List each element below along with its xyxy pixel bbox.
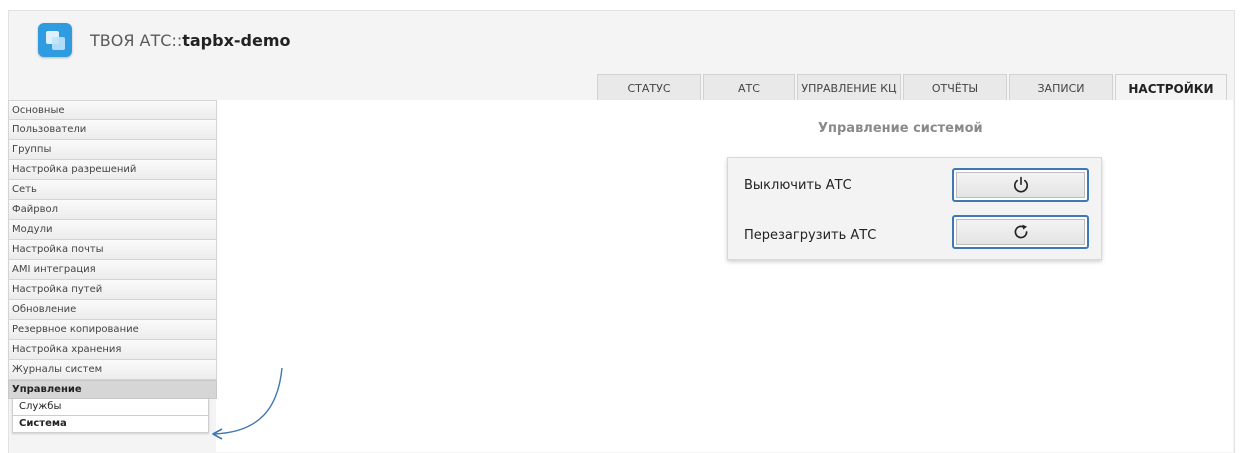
app-title: ТВОЯ АТС::tapbx-demo [90, 30, 291, 50]
sidebar-item-logs[interactable]: Журналы систем [8, 360, 217, 380]
sidebar-item-users[interactable]: Пользователи [8, 120, 217, 140]
sidebar-item-groups[interactable]: Группы [8, 140, 217, 160]
system-control-panel: Выключить АТС Перезагрузить АТС [727, 157, 1102, 260]
reboot-label: Перезагрузить АТС [744, 228, 877, 243]
main-tabs: СТАТУС АТС УПРАВЛЕНИЕ КЦ ОТЧЁТЫ ЗАПИСИ Н… [597, 74, 1229, 102]
tab-status[interactable]: СТАТУС [597, 74, 701, 101]
sidebar-item-general[interactable]: Основные [8, 100, 217, 120]
sidebar-item-update[interactable]: Обновление [8, 300, 217, 320]
sidebar-item-firewall[interactable]: Файрвол [8, 200, 217, 220]
reboot-button[interactable] [952, 215, 1089, 249]
sidebar-item-mail[interactable]: Настройка почты [8, 240, 217, 260]
sidebar-item-backup[interactable]: Резервное копирование [8, 320, 217, 340]
tab-pbx[interactable]: АТС [703, 74, 795, 101]
sidebar-subitem-system[interactable]: Система [12, 416, 209, 433]
page-title: Управление системой [818, 121, 983, 136]
app-header: ТВОЯ АТС::tapbx-demo [38, 22, 291, 58]
logo [38, 23, 72, 57]
reload-icon [1014, 224, 1027, 239]
tab-settings[interactable]: НАСТРОЙКИ [1115, 74, 1227, 102]
annotation-arrow-icon [212, 367, 283, 440]
sidebar-item-modules[interactable]: Модули [8, 220, 217, 240]
sidebar-item-permissions[interactable]: Настройка разрешений [8, 160, 217, 180]
tab-records[interactable]: ЗАПИСИ [1009, 74, 1113, 101]
power-icon [1013, 176, 1028, 193]
tab-contact-center[interactable]: УПРАВЛЕНИЕ КЦ [797, 74, 901, 101]
sidebar-item-storage[interactable]: Настройка хранения [8, 340, 217, 360]
shutdown-button[interactable] [952, 168, 1089, 202]
sidebar-subitem-services[interactable]: Службы [12, 399, 209, 416]
sidebar-group-management[interactable]: Управление [8, 380, 217, 399]
shutdown-label: Выключить АТС [744, 178, 852, 193]
sidebar-item-paths[interactable]: Настройка путей [8, 280, 217, 300]
settings-sidebar: Основные Пользователи Группы Настройка р… [8, 100, 217, 433]
sidebar-item-ami[interactable]: AMI интеграция [8, 260, 217, 280]
tab-reports[interactable]: ОТЧЁТЫ [903, 74, 1007, 101]
sidebar-item-network[interactable]: Сеть [8, 180, 217, 200]
content-area [216, 100, 1233, 452]
